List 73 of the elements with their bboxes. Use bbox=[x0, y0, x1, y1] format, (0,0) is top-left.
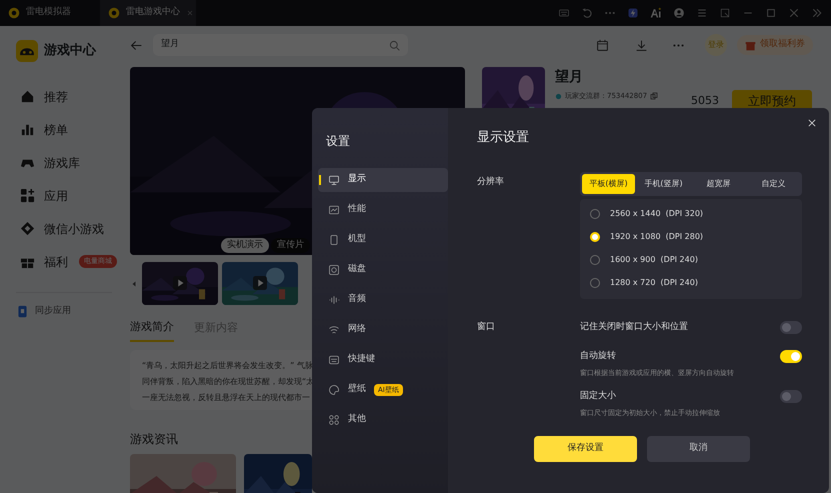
keyboard-icon[interactable] bbox=[558, 7, 570, 19]
dialog-title: 设置 bbox=[325, 133, 351, 150]
home-icon bbox=[20, 89, 35, 104]
search-icon[interactable] bbox=[389, 40, 400, 50]
palette-icon bbox=[328, 384, 340, 396]
download-icon[interactable] bbox=[635, 38, 648, 52]
user-icon[interactable] bbox=[673, 7, 685, 19]
copy-icon[interactable] bbox=[650, 92, 658, 100]
resolution-option[interactable]: 2560 x 1440 (DPI 320) bbox=[590, 202, 704, 226]
settings-nav-item[interactable]: 性能 bbox=[318, 198, 448, 222]
follower-count: 5053 bbox=[691, 92, 719, 109]
left-arrow-icon[interactable] bbox=[130, 280, 138, 288]
settings-nav-item[interactable]: 快捷键 bbox=[318, 348, 448, 372]
setting-label: 固定大小 bbox=[580, 390, 616, 403]
resolution-mode-tab[interactable]: 手机(竖屏) bbox=[637, 174, 690, 194]
group-icon bbox=[555, 92, 562, 100]
play-icon[interactable] bbox=[173, 276, 187, 290]
audio-icon bbox=[328, 294, 340, 306]
diamond-icon bbox=[20, 221, 35, 236]
wifi-icon bbox=[328, 324, 340, 336]
settings-nav-item[interactable]: 网络 bbox=[318, 318, 448, 342]
setting-label: 窗口 bbox=[477, 320, 496, 334]
undo-icon[interactable] bbox=[581, 7, 593, 19]
gift-icon bbox=[745, 40, 756, 50]
app-logo-icon bbox=[108, 7, 120, 19]
settings-nav-item[interactable]: 音频 bbox=[318, 288, 448, 312]
toggle-switch[interactable] bbox=[780, 350, 802, 364]
app-logo-icon bbox=[16, 40, 38, 62]
expand-icon[interactable] bbox=[811, 7, 823, 19]
calendar-icon[interactable] bbox=[596, 38, 609, 52]
settings-nav-item[interactable]: 显示 bbox=[318, 168, 448, 192]
game-title: 望月 bbox=[555, 68, 584, 87]
window-icon[interactable] bbox=[719, 7, 731, 19]
maximize-icon[interactable] bbox=[765, 7, 777, 19]
keyboard-icon bbox=[328, 354, 340, 366]
toggle-switch[interactable] bbox=[780, 390, 802, 404]
dialog-heading: 显示设置 bbox=[477, 129, 530, 147]
menu-icon[interactable] bbox=[696, 7, 708, 19]
app-title: 游戏中心 bbox=[44, 42, 96, 60]
description-text: 一座无法忽视，反转且悬浮在天上的现代都市一 bbox=[142, 392, 310, 404]
disk-icon bbox=[328, 264, 340, 276]
bolt-icon[interactable] bbox=[627, 7, 639, 19]
back-icon[interactable] bbox=[130, 38, 143, 52]
description-text: “青乌，太阳升起之后世界将会发生改变。” 气脉 bbox=[142, 360, 313, 372]
cancel-button[interactable]: 取消 bbox=[647, 436, 750, 462]
resolution-option[interactable]: 1920 x 1080 (DPI 280) bbox=[590, 226, 704, 248]
setting-label: 记住关闭时窗口大小和位置 bbox=[580, 320, 688, 334]
radio-button[interactable] bbox=[590, 209, 600, 219]
resolution-mode-tab[interactable]: 超宽屏 bbox=[692, 174, 745, 194]
save-button[interactable]: 保存设置 bbox=[534, 436, 637, 462]
radio-button[interactable] bbox=[590, 278, 600, 288]
setting-label: 自动旋转 bbox=[580, 350, 616, 363]
phone-icon bbox=[328, 234, 340, 246]
resolution-option[interactable]: 1600 x 900 (DPI 240) bbox=[590, 248, 698, 272]
setting-label: 分辨率 bbox=[477, 176, 505, 188]
settings-nav-item[interactable]: 机型 bbox=[318, 228, 448, 252]
section-title: 游戏资讯 bbox=[130, 430, 179, 448]
toggle-switch[interactable] bbox=[780, 320, 802, 334]
chart-icon bbox=[20, 122, 35, 137]
performance-icon bbox=[328, 204, 340, 216]
monitor-icon bbox=[328, 174, 340, 186]
ai-icon[interactable] bbox=[650, 7, 662, 19]
resolution-option[interactable]: 1280 x 720 (DPI 240) bbox=[590, 272, 698, 294]
settings-nav-item[interactable]: 磁盘 bbox=[318, 258, 448, 282]
apps-icon bbox=[20, 188, 35, 203]
settings-nav-item[interactable]: 其他 bbox=[318, 408, 448, 432]
phone-icon bbox=[16, 305, 29, 318]
resolution-mode-tab[interactable]: 自定义 bbox=[747, 174, 800, 194]
app-logo-icon bbox=[8, 7, 20, 19]
play-icon[interactable] bbox=[253, 276, 267, 290]
grid-icon bbox=[328, 414, 340, 426]
radio-button[interactable] bbox=[590, 255, 600, 265]
resolution-mode-tab[interactable]: 平板(横屏) bbox=[582, 174, 635, 194]
